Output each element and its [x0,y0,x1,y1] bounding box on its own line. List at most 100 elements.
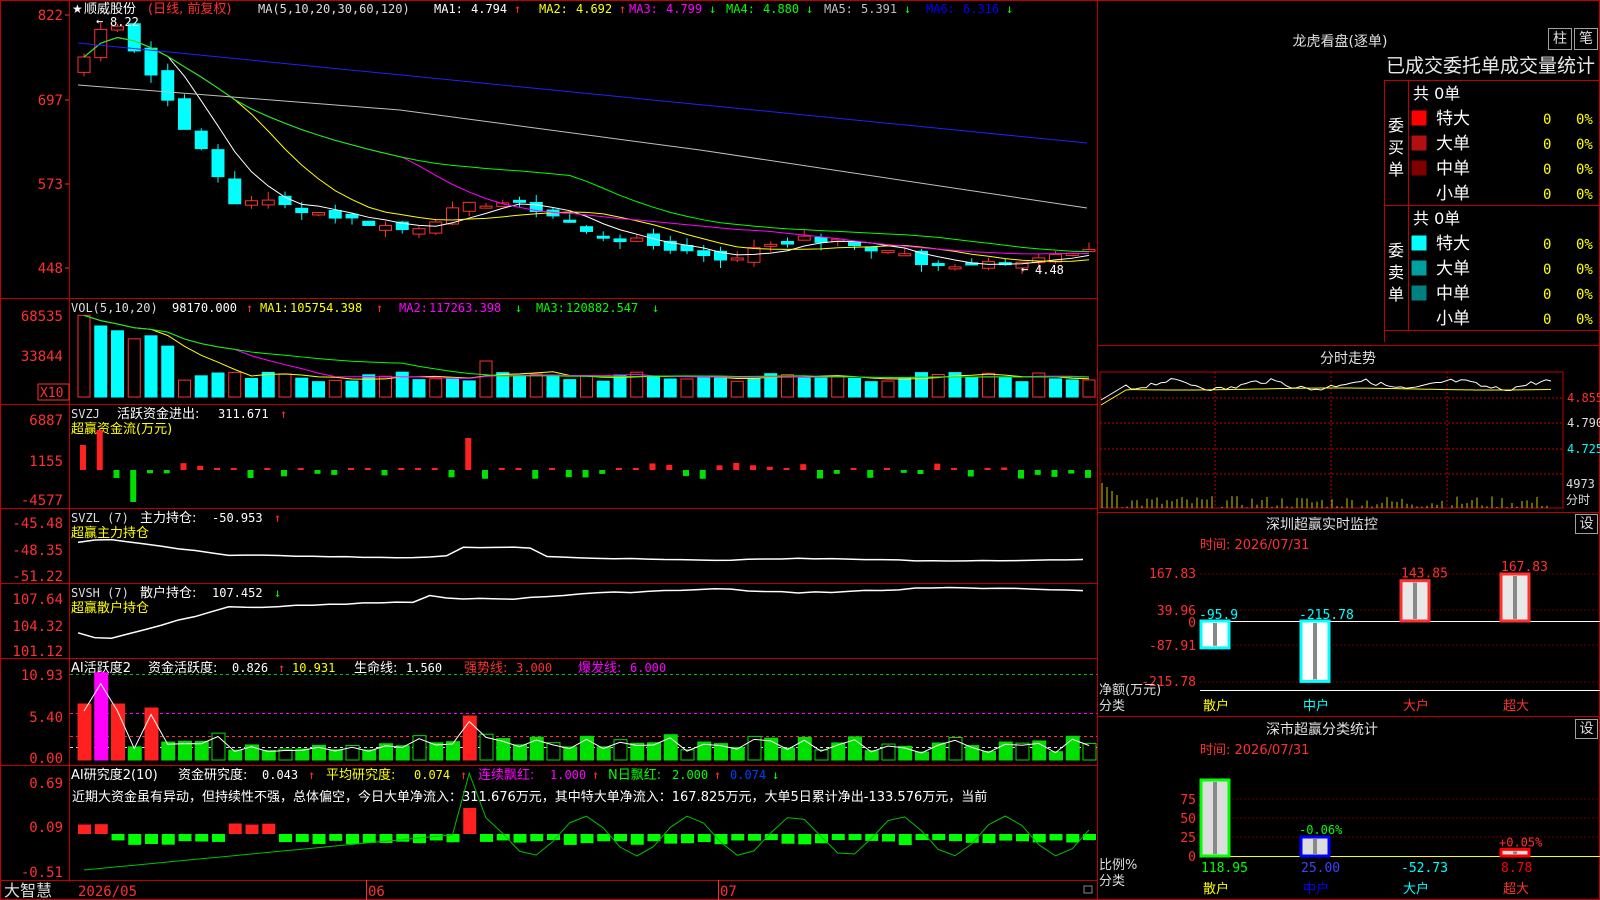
research-bar [128,834,142,845]
volume-bar [714,375,727,398]
ai-res-tick: 0.69 [29,776,63,792]
intraday-title: 分时走势 [1320,351,1376,367]
vol-arrow: ↑ [246,301,253,315]
volume-bars[interactable] [77,314,1096,398]
ai-act-tick: 0.00 [29,751,63,767]
ai-act-v2: 10.931 [292,661,335,675]
sh-settings-button[interactable]: 设 [1575,719,1598,739]
candle-body [814,236,828,243]
flow-bar [415,468,421,470]
research-bar [597,834,611,842]
low-marker: ← [1021,262,1028,276]
ai-res-arrow: ↑ [308,768,315,782]
ai-res-tick: -0.51 [21,865,63,881]
ma-legend-arrow: ↑ [619,2,626,16]
sh-bars[interactable]: 118.95 散户 -0.06% 25.00 中户 -52.73 大户 +0.05% 8.78 超… [1199,778,1543,897]
date-tick: 06 [368,884,385,900]
flow-bar [616,468,622,470]
research-bar [228,823,242,834]
sh-stats-panel: 深市超赢分类统计 时间: 2026/07/31 75 50 25 0 比例% 分… [1099,721,1600,897]
research-bar [463,808,477,834]
activity-bars[interactable] [77,672,1097,761]
ai-nred-value: 2.000 [672,768,708,782]
order-percent: 0% [1576,162,1593,178]
candle-body [362,220,376,226]
volume-ma-line [83,314,1090,380]
vol-ma-label: MA2: [399,301,428,315]
order-total: 共 0单 [1413,209,1460,228]
flow-bar [850,468,857,470]
ma-legend-label: MA2: [539,2,568,16]
research-bar [898,834,912,845]
flow-bar [264,468,271,470]
intraday-price-line[interactable] [1100,378,1552,401]
flow-bar [565,470,572,478]
ma-legend-value: 4.794 [471,2,507,16]
tick-view-button[interactable]: 笔 [1574,28,1598,50]
svzj-value: 311.671 [218,407,269,421]
price-tick: 697 [38,93,63,109]
order-percent: 0% [1576,237,1593,253]
flow-bar [817,470,823,479]
sz-bar-value: -95.9 [1199,608,1238,623]
order-side-label: 单 [1388,160,1404,179]
order-color-swatch [1411,235,1427,251]
research-bars[interactable] [78,808,1096,845]
ma-legend-arrow: ↓ [904,2,911,16]
flow-bar [934,463,941,470]
ai-research-header: AI研究度2(10) 资金研究度: 0.043 ↑ 平均研究度: 0.074 ↑… [71,767,779,783]
ai-life-label: 生命线: [354,660,397,676]
candle-body [412,228,426,235]
volume-bar [328,379,342,398]
research-bar [681,834,694,844]
research-bar [178,834,192,842]
vol-ma-arrow: ↓ [515,301,522,315]
order-size-label: 特大 [1436,109,1470,129]
flow-bar [532,470,539,479]
flow-bar [1034,470,1041,475]
sz-settings-button[interactable]: 设 [1575,514,1598,534]
volume-bar [797,376,811,398]
sz-ylabel: 净额(万元) [1099,683,1161,698]
ai-red-label: 连续飘红: [478,767,534,783]
sh-tick: 0 [1188,850,1196,865]
candlestick-series[interactable] [77,22,1096,275]
sh-bar-change: +0.05% [1499,835,1543,849]
flow-bar [984,467,991,470]
sz-monitor-panel: 深圳超赢实时监控 时间: 2026/07/31 167.83 39.96 0 -… [1099,516,1600,714]
volume-bar [178,379,191,398]
fund-flow-bars[interactable] [80,430,1091,502]
price-tick: 822 [38,8,63,24]
flow-bar [230,468,237,470]
activity-bar [127,746,142,761]
ma-legend-value: 4.799 [666,2,702,16]
column-view-button[interactable]: 柱 [1548,28,1572,50]
candle-body [312,212,325,216]
svzl-header: SVZL (7) 主力持仓: -50.953 ↑ 超赢主力持仓 [71,511,281,541]
chart-period: (日线, 前复权) [148,1,231,17]
flow-bar [180,463,187,470]
flow-bar [431,468,438,470]
sz-category: 超大 [1503,699,1529,714]
ma-line [77,42,1088,144]
svsh-tick: 107.64 [12,592,63,608]
candle-body [931,263,945,267]
vol-ma-legend: MA1: 105754.398 ↑ MA2: 117263.398 ↓ MA3: 120882… [260,301,659,315]
volume-bar [194,375,208,398]
volume-bar [730,380,744,398]
ai-act-tick: 5.40 [29,710,63,726]
activity-bar [395,745,410,761]
research-bar [547,834,560,841]
sz-bar-value: 167.83 [1501,560,1548,575]
volume-bar [429,378,443,398]
low-price-label: 4.48 [1035,263,1064,277]
research-bar [563,834,577,845]
candle-body [345,213,359,219]
main-force-line[interactable] [77,538,1084,562]
order-side-label: 委 [1388,241,1404,260]
flow-bar [398,468,405,470]
activity-bar [781,747,795,761]
candle-body [848,242,861,247]
volume-bar [345,380,359,398]
activity-bar [831,742,846,761]
